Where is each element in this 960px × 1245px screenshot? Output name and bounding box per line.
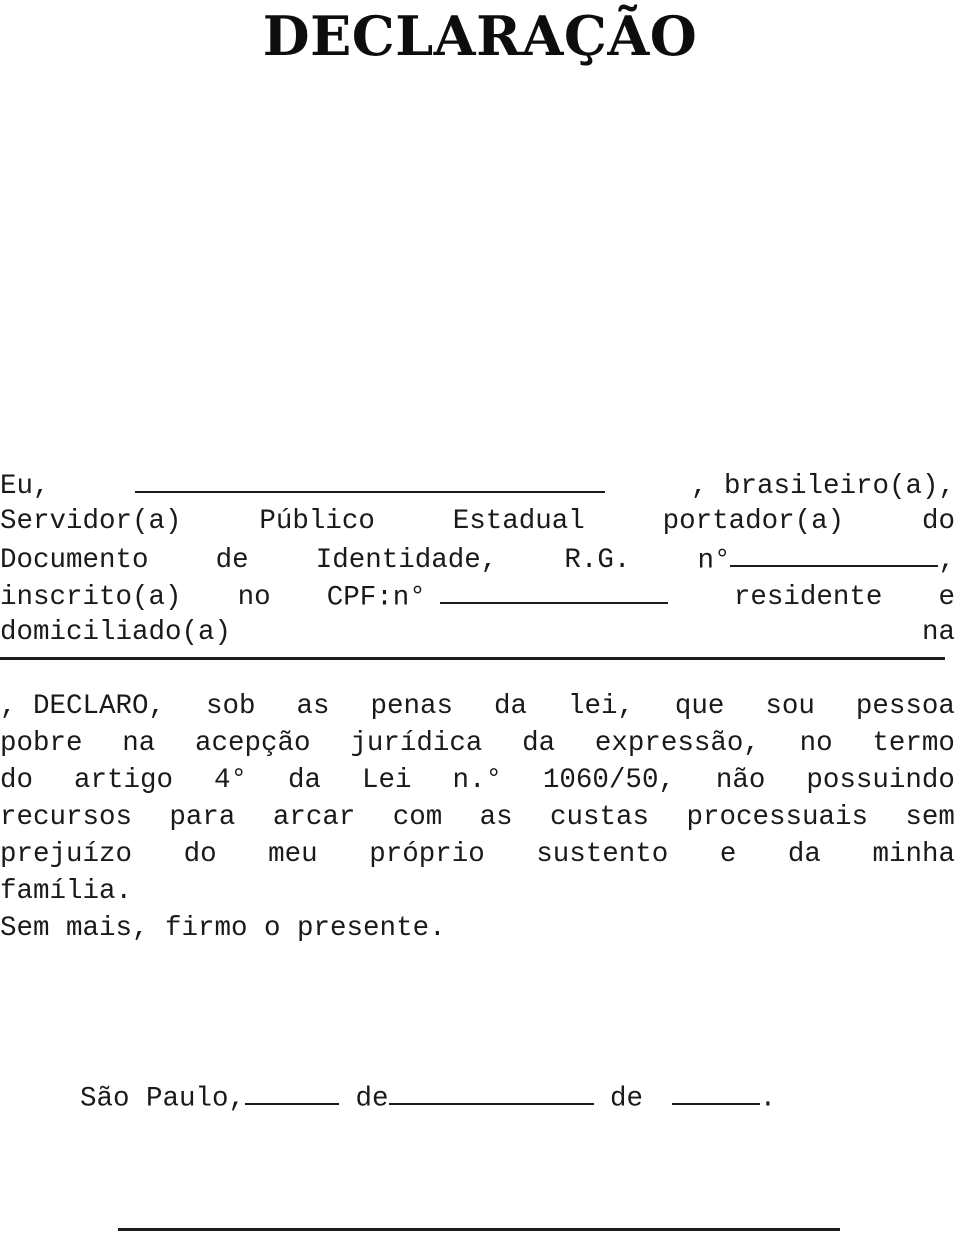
text-eu: Eu, xyxy=(0,471,50,503)
text-as: as xyxy=(296,691,330,722)
text-nao: não xyxy=(715,765,766,796)
year-blank-field[interactable] xyxy=(671,1078,760,1106)
text-residente: residente xyxy=(733,582,883,614)
text-no: no xyxy=(237,582,271,614)
body-line-sem-mais: Sem mais, firmo o presente. xyxy=(0,913,446,944)
text-sob: sob xyxy=(206,691,256,722)
body-line-declaro: , DECLARO, sob as penas da lei, que sou … xyxy=(0,688,955,725)
text-recursos: recursos xyxy=(0,802,133,833)
text-final-period: . xyxy=(759,1083,777,1115)
text-lei-virgula: lei, xyxy=(567,691,634,722)
text-possuindo: possuindo xyxy=(806,765,955,796)
text-custas: custas xyxy=(550,802,650,833)
text-estadual: Estadual xyxy=(452,506,585,537)
text-declaro: , DECLARO, xyxy=(0,691,166,722)
text-lei: Lei xyxy=(361,765,412,796)
text-rg-label: R.G. xyxy=(564,545,631,577)
body-line-prejuizo: prejuízo do meu próprio sustento e da mi… xyxy=(0,836,955,873)
text-na-2: na xyxy=(122,728,156,759)
text-pessoa: pessoa xyxy=(855,691,955,722)
cpf-field-group: CPF:n° xyxy=(327,577,678,616)
text-do-3: do xyxy=(183,839,217,870)
body-line-familia: família. xyxy=(0,876,133,907)
text-meu: meu xyxy=(268,839,318,870)
month-blank-field[interactable] xyxy=(388,1078,594,1106)
text-processuais: processuais xyxy=(686,802,868,833)
declaration-body: Eu, , brasileiro(a), Servidor(a) Público… xyxy=(0,466,955,947)
text-expressao: expressão, xyxy=(594,728,760,759)
signature-blank-field[interactable] xyxy=(118,1228,840,1231)
text-prejuizo: prejuízo xyxy=(0,839,133,870)
text-quarto: 4° xyxy=(213,765,247,796)
text-da-4: da xyxy=(787,839,821,870)
text-do-2: do xyxy=(0,765,34,796)
text-sustento: sustento xyxy=(536,839,669,870)
text-juridica: jurídica xyxy=(350,728,483,759)
text-documento: Documento xyxy=(0,545,149,577)
cpf-blank-field[interactable] xyxy=(439,577,668,605)
text-com: com xyxy=(392,802,443,833)
body-line-cpf: inscrito(a) no CPF:n° residente e xyxy=(0,577,955,614)
text-e-2: e xyxy=(719,839,737,870)
rg-blank-field[interactable] xyxy=(730,540,939,568)
text-numero-lei: 1060/50, xyxy=(542,765,675,796)
text-brasileiro: , brasileiro(a), xyxy=(690,471,955,503)
day-blank-field[interactable] xyxy=(245,1078,340,1106)
text-n-ordinal: n.° xyxy=(452,765,502,796)
text-city: São Paulo, xyxy=(80,1083,246,1115)
text-acepcao: acepção xyxy=(195,728,311,759)
text-de: de xyxy=(215,545,249,577)
body-line-servidor: Servidor(a) Público Estadual portador(a)… xyxy=(0,503,955,540)
text-proprio: próprio xyxy=(369,839,485,870)
text-minha: minha xyxy=(872,839,955,870)
body-line-pobre: pobre na acepção jurídica da expressão, … xyxy=(0,725,955,762)
body-line-recursos: recursos para arcar com as custas proces… xyxy=(0,799,955,836)
text-na: na xyxy=(921,617,955,648)
text-identidade: Identidade, xyxy=(315,545,498,577)
text-e: e xyxy=(938,582,955,614)
text-sem: sem xyxy=(905,802,955,833)
declaration-page: DECLARAÇÃO Eu, , brasileiro(a), Servidor… xyxy=(0,0,960,1245)
text-de-2: de xyxy=(593,1083,660,1115)
text-da-3: da xyxy=(287,765,321,796)
text-de-1: de xyxy=(339,1083,389,1115)
date-line: São Paulo, de de . xyxy=(80,1078,776,1117)
rg-field-group: n°, xyxy=(697,540,955,579)
text-para: para xyxy=(169,802,236,833)
text-rg-numero: n° xyxy=(697,545,731,577)
text-que: que xyxy=(674,691,725,722)
page-title: DECLARAÇÃO xyxy=(262,4,698,68)
text-portador: portador(a) xyxy=(662,506,845,537)
text-no-2: no xyxy=(799,728,833,759)
text-sou: sou xyxy=(765,691,815,722)
text-inscrito: inscrito(a) xyxy=(0,582,182,614)
text-as-2: as xyxy=(479,802,513,833)
text-servidor: Servidor(a) xyxy=(0,506,182,537)
text-domiciliado: domiciliado(a) xyxy=(0,617,232,648)
name-blank-field[interactable] xyxy=(135,466,606,494)
text-cpf-label: CPF:n° xyxy=(326,582,426,614)
text-penas: penas xyxy=(370,691,453,722)
text-arcar: arcar xyxy=(272,802,356,833)
body-line-eu: Eu, , brasileiro(a), xyxy=(0,466,955,503)
text-da-2: da xyxy=(522,728,556,759)
body-line-domiciliado: domiciliado(a) na xyxy=(0,614,955,651)
text-do: do xyxy=(921,506,955,537)
text-artigo: artigo xyxy=(73,765,174,796)
text-pobre: pobre xyxy=(0,728,83,759)
text-rg-virgula: , xyxy=(938,545,955,577)
address-blank-field[interactable] xyxy=(0,657,945,660)
text-da: da xyxy=(493,691,527,722)
text-publico: Público xyxy=(259,506,375,537)
body-line-artigo: do artigo 4° da Lei n.° 1060/50, não pos… xyxy=(0,762,955,799)
text-termo: termo xyxy=(872,728,955,759)
body-line-rg: Documento de Identidade, R.G. n°, xyxy=(0,540,955,577)
